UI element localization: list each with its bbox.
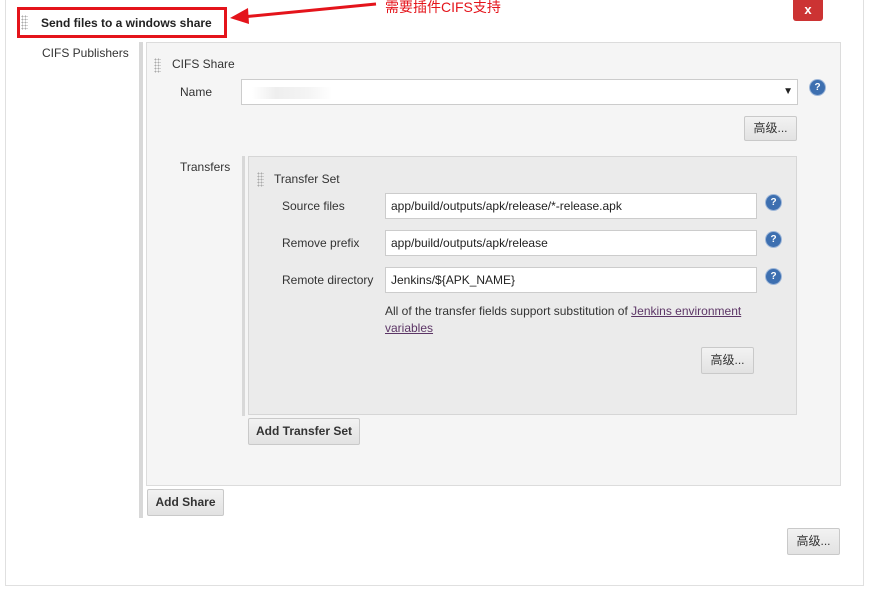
advanced-button[interactable]: 高级... xyxy=(744,116,797,141)
help-icon[interactable]: ? xyxy=(810,80,825,95)
dropdown-arrow-icon[interactable]: ▼ xyxy=(783,80,793,104)
help-icon[interactable]: ? xyxy=(766,232,781,247)
cifs-share-title: CIFS Share xyxy=(172,57,235,71)
note-text: All of the transfer fields support subst… xyxy=(385,304,628,318)
remove-prefix-input[interactable]: app/build/outputs/apk/release xyxy=(385,230,757,256)
name-select[interactable]: ▼ xyxy=(241,79,798,105)
section-title: Send files to a windows share xyxy=(41,16,212,30)
source-files-input[interactable]: app/build/outputs/apk/release/*-release.… xyxy=(385,193,757,219)
annotation-text: 需要插件CIFS支持 xyxy=(385,0,501,15)
drag-handle-icon[interactable] xyxy=(21,15,28,30)
close-button[interactable]: x xyxy=(793,0,823,21)
remote-directory-input[interactable]: Jenkins/${APK_NAME} xyxy=(385,267,757,293)
name-label: Name xyxy=(180,85,213,99)
transfer-advanced-button[interactable]: 高级... xyxy=(701,347,754,374)
redacted-value xyxy=(252,87,332,99)
remove-prefix-label: Remove prefix xyxy=(282,236,360,250)
add-transfer-set-button[interactable]: Add Transfer Set xyxy=(248,418,360,445)
publisher-advanced-button[interactable]: 高级... xyxy=(787,528,840,555)
annotation-arrow-icon xyxy=(230,2,377,24)
help-icon[interactable]: ? xyxy=(766,195,781,210)
remote-directory-label: Remote directory xyxy=(282,273,374,287)
section-title-box: Send files to a windows share xyxy=(17,7,227,38)
drag-handle-icon[interactable] xyxy=(257,172,264,187)
share-track xyxy=(139,42,143,518)
env-vars-link-cont[interactable]: variables xyxy=(385,321,433,335)
drag-handle-icon[interactable] xyxy=(154,58,161,73)
substitution-note: All of the transfer fields support subst… xyxy=(385,303,765,337)
source-files-label: Source files xyxy=(282,199,345,213)
transfer-set-title: Transfer Set xyxy=(274,172,340,186)
transfer-track xyxy=(242,156,245,416)
transfers-label: Transfers xyxy=(180,160,231,174)
help-icon[interactable]: ? xyxy=(766,269,781,284)
add-share-button[interactable]: Add Share xyxy=(147,489,224,516)
env-vars-link[interactable]: Jenkins environment xyxy=(631,304,741,318)
publishers-label: CIFS Publishers xyxy=(42,46,129,60)
